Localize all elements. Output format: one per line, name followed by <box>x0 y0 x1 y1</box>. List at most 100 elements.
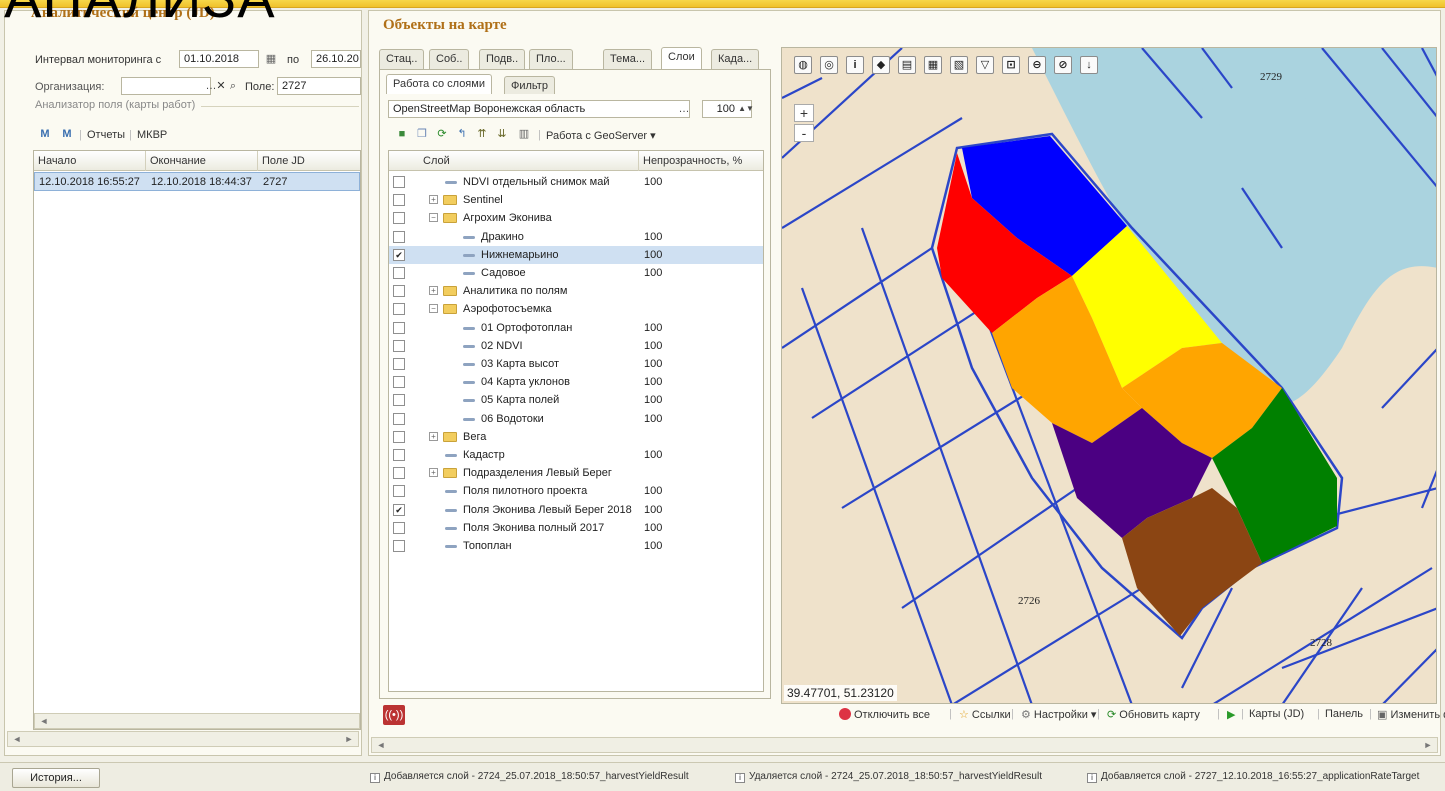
layers2-icon[interactable]: ▧ <box>950 56 968 74</box>
layer-checkbox[interactable] <box>393 321 405 334</box>
globe-icon[interactable]: ◍ <box>794 56 812 74</box>
disable-all-button[interactable]: Отключить все <box>839 708 930 721</box>
layer-opacity[interactable]: 100 <box>644 537 662 555</box>
layer-opacity[interactable]: 100 <box>644 446 662 464</box>
field-input[interactable]: 2727 <box>277 77 361 95</box>
layer-checkbox[interactable] <box>393 430 405 443</box>
layer-opacity[interactable]: 100 <box>644 319 662 337</box>
scroll-left-icon[interactable]: ◄ <box>374 739 388 751</box>
layer-row[interactable]: 02 NDVI 100 <box>389 337 763 355</box>
geoserver-menu[interactable]: Работа с GeoServer ▾ <box>546 129 656 142</box>
layer-checkbox[interactable] <box>393 267 405 279</box>
tab-cadastre[interactable]: Када... <box>711 49 760 69</box>
layer-row[interactable]: + Вега <box>389 428 763 446</box>
column-start[interactable]: Начало <box>34 151 146 171</box>
tab-stations[interactable]: Стац.. <box>379 49 425 69</box>
basemap-select[interactable]: OpenStreetMap Воронежская область <box>388 100 690 118</box>
layer-row[interactable]: Садовое 100 <box>389 264 763 282</box>
layer-checkbox[interactable] <box>393 230 405 243</box>
layer-row[interactable]: + Sentinel <box>389 191 763 209</box>
layer-row[interactable]: − Аэрофотосъемка <box>389 300 763 318</box>
layer-opacity[interactable]: 100 <box>644 501 662 519</box>
zoom-in-button[interactable]: + <box>794 104 814 122</box>
layer-opacity[interactable]: 100 <box>644 246 662 264</box>
extent-icon[interactable]: ⊡ <box>1002 56 1020 74</box>
add-layer-icon[interactable]: ■ <box>394 126 410 142</box>
subtab-filter[interactable]: Фильтр <box>504 76 555 94</box>
expand-icon[interactable]: + <box>429 468 438 478</box>
history-button[interactable]: История... <box>12 768 100 788</box>
reports-button[interactable]: Отчеты <box>87 129 125 141</box>
expand-icon[interactable]: + <box>429 286 438 296</box>
layer-checkbox[interactable] <box>393 176 405 188</box>
column-end[interactable]: Окончание <box>146 151 258 171</box>
date-from-input[interactable]: 01.10.2018 <box>179 50 259 68</box>
subtab-layers-work[interactable]: Работа со слоями <box>386 74 492 94</box>
tab-mobile[interactable]: Подв.. <box>479 49 526 69</box>
layer-checkbox[interactable] <box>393 412 405 425</box>
layer-checkbox[interactable] <box>393 449 405 461</box>
maps-jd-button[interactable]: Карты (JD) <box>1249 708 1304 720</box>
zoom-back-icon[interactable]: ⊘ <box>1054 56 1072 74</box>
search-icon[interactable]: ⌕ <box>225 78 241 94</box>
layer-opacity[interactable]: 100 <box>644 373 662 391</box>
layer-row[interactable]: Нижнемарьино 100 <box>389 245 763 264</box>
select-dots-icon[interactable]: … <box>676 101 692 117</box>
layer-checkbox[interactable] <box>393 521 405 534</box>
move-up-icon[interactable]: ⇈ <box>474 126 490 142</box>
zoom-region-icon[interactable]: ⊖ <box>1028 56 1046 74</box>
info-icon[interactable]: i <box>846 56 864 74</box>
layer-checkbox[interactable] <box>393 212 405 225</box>
change-background-button[interactable]: ▣ Изменить фо <box>1377 708 1445 721</box>
org-input[interactable] <box>121 77 211 95</box>
layer-opacity[interactable]: 100 <box>644 482 662 500</box>
layers-icon[interactable]: ▦ <box>924 56 942 74</box>
layer-checkbox[interactable] <box>393 248 405 261</box>
scroll-left-icon[interactable]: ◄ <box>10 733 24 745</box>
layer-checkbox[interactable] <box>393 285 405 298</box>
table-row[interactable]: 12.10.2018 16:55:27 12.10.2018 18:44:37 … <box>34 172 360 191</box>
collapse-icon[interactable]: − <box>429 213 438 223</box>
map-report2-icon[interactable]: M <box>59 126 75 142</box>
layer-opacity[interactable]: 100 <box>644 355 662 373</box>
alarm-icon[interactable]: ((•)) <box>383 705 405 725</box>
refresh-icon[interactable]: ⟳ <box>434 126 450 142</box>
undo-icon[interactable]: ↰ <box>454 126 470 142</box>
date-to-input[interactable]: 26.10.20 <box>311 50 361 68</box>
scroll-left-icon[interactable]: ◄ <box>37 715 51 727</box>
mkvr-button[interactable]: МКВР <box>137 129 167 141</box>
layer-opacity[interactable]: 100 <box>644 391 662 409</box>
column-field[interactable]: Поле JD <box>258 151 362 171</box>
layer-row[interactable]: Поля Эконива полный 2017 100 <box>389 519 763 537</box>
main-hscroll[interactable]: ◄ ► <box>371 737 1438 753</box>
zoom-out-button[interactable]: - <box>794 124 814 142</box>
panel-button[interactable]: Панель <box>1325 708 1363 720</box>
layer-row[interactable]: Поля пилотного проекта 100 <box>389 482 763 500</box>
layer-row[interactable]: 01 Ортофотоплан 100 <box>389 319 763 337</box>
layer-opacity[interactable]: 100 <box>644 173 662 191</box>
left-panel-hscroll[interactable]: ◄ ► <box>7 731 359 747</box>
layer-row[interactable]: Кадастр 100 <box>389 446 763 464</box>
layer-row[interactable]: + Аналитика по полям <box>389 282 763 300</box>
tab-themes[interactable]: Тема... <box>603 49 653 69</box>
column-layer[interactable]: Слой <box>389 151 639 171</box>
table-hscroll[interactable]: ◄ <box>34 713 360 729</box>
scroll-right-icon[interactable]: ► <box>342 733 356 745</box>
links-button[interactable]: ☆ Ссылки <box>959 708 1011 721</box>
layer-checkbox[interactable] <box>393 394 405 407</box>
refresh-map-button[interactable]: ⟳ Обновить карту <box>1107 708 1200 721</box>
layer-row[interactable]: 05 Карта полей 100 <box>389 391 763 409</box>
layer-row[interactable]: Топоплан 100 <box>389 537 763 555</box>
layer-checkbox[interactable] <box>393 303 405 316</box>
layer-row[interactable]: 06 Водотоки 100 <box>389 410 763 428</box>
expand-icon[interactable]: + <box>429 431 438 441</box>
layer-opacity[interactable]: 100 <box>644 337 662 355</box>
copy-layer-icon[interactable]: ❐ <box>414 126 430 142</box>
layer-checkbox[interactable] <box>393 540 405 552</box>
layer-opacity[interactable]: 100 <box>644 519 662 537</box>
layer-row[interactable]: 04 Карта уклонов 100 <box>389 373 763 391</box>
layer-row[interactable]: NDVI отдельный снимок май 100 <box>389 173 763 191</box>
filter-icon[interactable]: ▽ <box>976 56 994 74</box>
layer-row[interactable]: Поля Эконива Левый Берег 2018 100 <box>389 501 763 519</box>
scroll-right-icon[interactable]: ► <box>1421 739 1435 751</box>
